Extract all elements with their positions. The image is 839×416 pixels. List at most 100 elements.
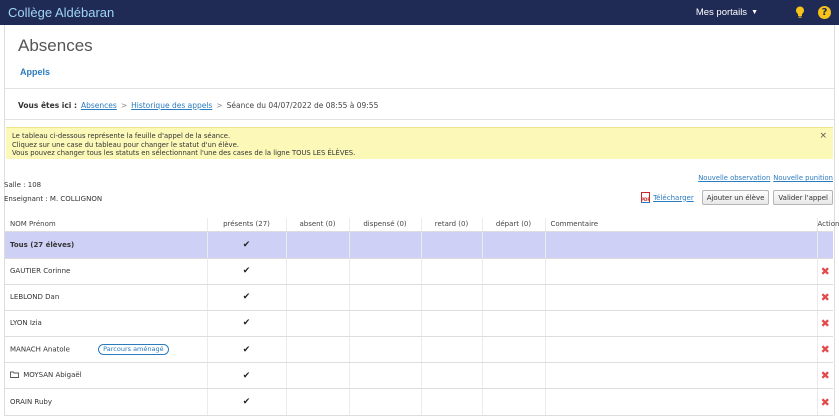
student-name: GAUTIER Corinne	[5, 258, 207, 285]
portals-label: Mes portails	[695, 7, 748, 18]
breadcrumb-separator: >	[216, 101, 223, 110]
status-cell-dispensed[interactable]	[348, 310, 421, 338]
table-row: MOYSAN Abigaël ✔ ✖	[5, 362, 833, 390]
breadcrumb-link-historique[interactable]: Historique des appels	[131, 101, 212, 110]
action-cell: ✖	[816, 388, 833, 416]
check-icon: ✔	[242, 397, 251, 408]
new-observation-link[interactable]: Nouvelle observation	[698, 174, 770, 182]
check-icon: ✔	[242, 239, 251, 250]
breadcrumb-link-absences[interactable]: Absences	[81, 101, 117, 110]
notice-line: Vous pouvez changer tous les statuts en …	[12, 149, 356, 157]
header-absent[interactable]: absent (0)	[285, 218, 349, 232]
room-info: Salle : 108	[4, 181, 42, 189]
table-row: LYON Izia ✔ ✖	[5, 310, 833, 338]
status-cell-absent[interactable]	[285, 284, 349, 311]
comment-cell	[544, 231, 817, 259]
action-cell: ✖	[816, 310, 833, 338]
status-cell-absent[interactable]	[285, 310, 349, 338]
subnav-link-appels[interactable]: Appels	[20, 67, 50, 77]
comment-cell[interactable]	[544, 310, 817, 338]
status-cell-late[interactable]	[420, 336, 482, 364]
delete-icon[interactable]: ✖	[821, 396, 830, 409]
status-cell-dispensed[interactable]	[348, 362, 421, 390]
parcours-badge[interactable]: Parcours aménagé	[98, 344, 169, 356]
status-cell-absent[interactable]	[285, 258, 349, 285]
header-action: Action	[816, 218, 839, 232]
status-cell-present[interactable]: ✔	[206, 284, 286, 311]
status-cell-dispensed[interactable]	[348, 231, 421, 259]
validate-call-button[interactable]: Valider l'appel	[773, 190, 833, 205]
breadcrumb: Vous êtes ici : Absences > Historique de…	[18, 101, 378, 110]
download-label: Télécharger	[653, 193, 694, 202]
status-cell-departure[interactable]	[481, 231, 545, 259]
comment-cell[interactable]	[544, 362, 817, 390]
status-cell-late[interactable]	[420, 231, 482, 259]
student-name: MANACH Anatole	[10, 345, 70, 354]
check-icon: ✔	[242, 292, 251, 303]
header-dispensed[interactable]: dispensé (0)	[348, 218, 421, 232]
table-row: LEBLOND Dan ✔ ✖	[5, 284, 833, 311]
status-cell-absent[interactable]	[285, 231, 349, 259]
status-cell-dispensed[interactable]	[348, 336, 421, 364]
top-navigation-bar: Collège Aldébaran Mes portails ▼ ?	[0, 0, 839, 25]
delete-icon[interactable]: ✖	[821, 291, 830, 304]
download-link[interactable]: PDF Télécharger	[641, 192, 694, 203]
comment-cell[interactable]	[544, 258, 817, 285]
action-cell: ✖	[816, 362, 833, 390]
status-cell-present[interactable]: ✔	[206, 310, 286, 338]
status-cell-absent[interactable]	[285, 388, 349, 416]
student-name: LYON Izia	[5, 310, 207, 338]
help-icon[interactable]: ?	[818, 6, 831, 19]
status-cell-present[interactable]: ✔	[206, 362, 286, 390]
divider	[5, 119, 834, 120]
header-name[interactable]: NOM Prénom	[5, 218, 207, 232]
quick-links: Nouvelle observation Nouvelle punition	[698, 174, 833, 182]
table-header-row: NOM Prénom présents (27) absent (0) disp…	[5, 218, 839, 232]
breadcrumb-current: Séance du 04/07/2022 de 08:55 à 09:55	[226, 101, 379, 110]
status-cell-late[interactable]	[420, 388, 482, 416]
delete-icon[interactable]: ✖	[821, 317, 830, 330]
status-cell-dispensed[interactable]	[348, 284, 421, 311]
status-cell-late[interactable]	[420, 310, 482, 338]
delete-icon[interactable]: ✖	[821, 369, 830, 382]
status-cell-departure[interactable]	[481, 310, 545, 338]
folder-icon[interactable]	[10, 371, 19, 380]
status-cell-present[interactable]: ✔	[206, 231, 286, 259]
status-cell-departure[interactable]	[481, 284, 545, 311]
close-icon[interactable]: ×	[819, 132, 827, 141]
add-student-button[interactable]: Ajouter un élève	[701, 190, 770, 205]
table-row: GAUTIER Corinne ✔ ✖	[5, 258, 833, 285]
header-present[interactable]: présents (27)	[206, 218, 286, 232]
comment-cell[interactable]	[544, 284, 817, 311]
comment-cell[interactable]	[544, 336, 817, 364]
brand-logo-text[interactable]: Collège Aldébaran	[8, 5, 114, 20]
delete-icon[interactable]: ✖	[821, 265, 830, 278]
delete-icon[interactable]: ✖	[821, 343, 830, 356]
status-cell-present[interactable]: ✔	[206, 258, 286, 285]
check-icon: ✔	[242, 344, 251, 355]
status-cell-dispensed[interactable]	[348, 388, 421, 416]
status-cell-dispensed[interactable]	[348, 258, 421, 285]
status-cell-late[interactable]	[420, 362, 482, 390]
status-cell-departure[interactable]	[481, 258, 545, 285]
status-cell-absent[interactable]	[285, 362, 349, 390]
table-row: ORAIN Ruby ✔ ✖	[5, 388, 833, 416]
action-cell: ✖	[816, 336, 833, 364]
action-cell: ✖	[816, 284, 833, 311]
action-bar: PDF Télécharger Ajouter un élève Valider…	[641, 190, 833, 205]
comment-cell[interactable]	[544, 388, 817, 416]
status-cell-late[interactable]	[420, 258, 482, 285]
new-punishment-link[interactable]: Nouvelle punition	[773, 174, 833, 182]
portals-menu[interactable]: Mes portails ▼	[696, 7, 758, 18]
status-cell-absent[interactable]	[285, 336, 349, 364]
status-cell-departure[interactable]	[481, 388, 545, 416]
status-cell-present[interactable]: ✔	[206, 388, 286, 416]
header-comment: Commentaire	[544, 218, 817, 232]
status-cell-present[interactable]: ✔	[206, 336, 286, 364]
status-cell-departure[interactable]	[481, 336, 545, 364]
header-departure[interactable]: départ (0)	[481, 218, 545, 232]
lightbulb-icon[interactable]	[794, 6, 806, 20]
status-cell-departure[interactable]	[481, 362, 545, 390]
status-cell-late[interactable]	[420, 284, 482, 311]
header-late[interactable]: retard (0)	[420, 218, 482, 232]
